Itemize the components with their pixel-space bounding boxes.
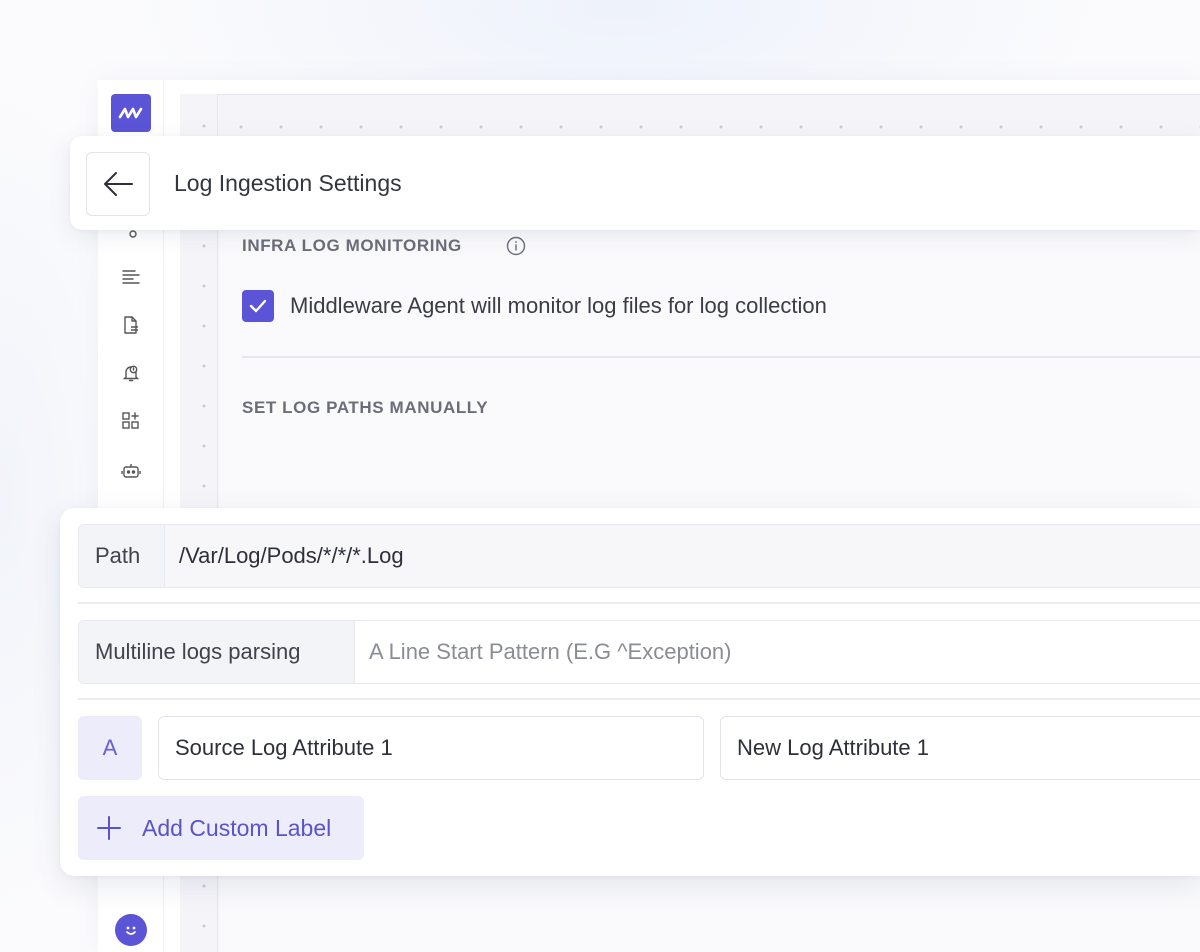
section-divider	[242, 356, 1200, 358]
path-input[interactable]: /Var/Log/Pods/*/*/*.Log	[165, 525, 1200, 587]
smiley-avatar-icon[interactable]	[115, 914, 147, 946]
path-field-group: Path /Var/Log/Pods/*/*/*.Log	[78, 524, 1200, 588]
log-path-form-card: Path /Var/Log/Pods/*/*/*.Log Multiline l…	[60, 508, 1200, 876]
new-attribute-input[interactable]: New Log Attribute 1	[720, 716, 1200, 780]
agent-monitor-checkbox[interactable]	[242, 290, 274, 322]
alert-bell-icon[interactable]	[120, 362, 142, 384]
plus-icon	[94, 813, 124, 843]
list-filter-icon[interactable]	[120, 266, 142, 288]
info-icon[interactable]	[506, 236, 526, 256]
attribute-badge: A	[78, 716, 142, 780]
multiline-label: Multiline logs parsing	[79, 621, 355, 683]
multiline-field-group: Multiline logs parsing A Line Start Patt…	[78, 620, 1200, 684]
path-label: Path	[79, 525, 165, 587]
set-log-paths-title: SET LOG PATHS MANUALLY	[242, 398, 489, 417]
page-title: Log Ingestion Settings	[174, 170, 402, 196]
add-custom-label-text: Add Custom Label	[142, 814, 332, 841]
dashboard-add-icon[interactable]	[120, 410, 142, 432]
bot-icon[interactable]	[120, 460, 142, 482]
header-card: Log Ingestion Settings	[70, 136, 1200, 230]
infra-log-monitoring-title: INFRA LOG MONITORING	[242, 236, 462, 255]
agent-monitor-checkbox-row[interactable]: Middleware Agent will monitor log files …	[242, 290, 827, 322]
form-divider	[78, 602, 1200, 604]
logo-icon[interactable]	[111, 94, 151, 132]
source-attribute-input[interactable]: Source Log Attribute 1	[158, 716, 704, 780]
multiline-pattern-input[interactable]: A Line Start Pattern (E.G ^Exception)	[355, 621, 1200, 683]
form-divider	[78, 698, 1200, 700]
document-icon[interactable]	[120, 314, 142, 336]
agent-monitor-label: Middleware Agent will monitor log files …	[290, 293, 827, 318]
add-custom-label-button[interactable]: Add Custom Label	[78, 796, 364, 860]
arrow-left-icon	[104, 172, 133, 196]
back-button[interactable]	[86, 152, 150, 216]
